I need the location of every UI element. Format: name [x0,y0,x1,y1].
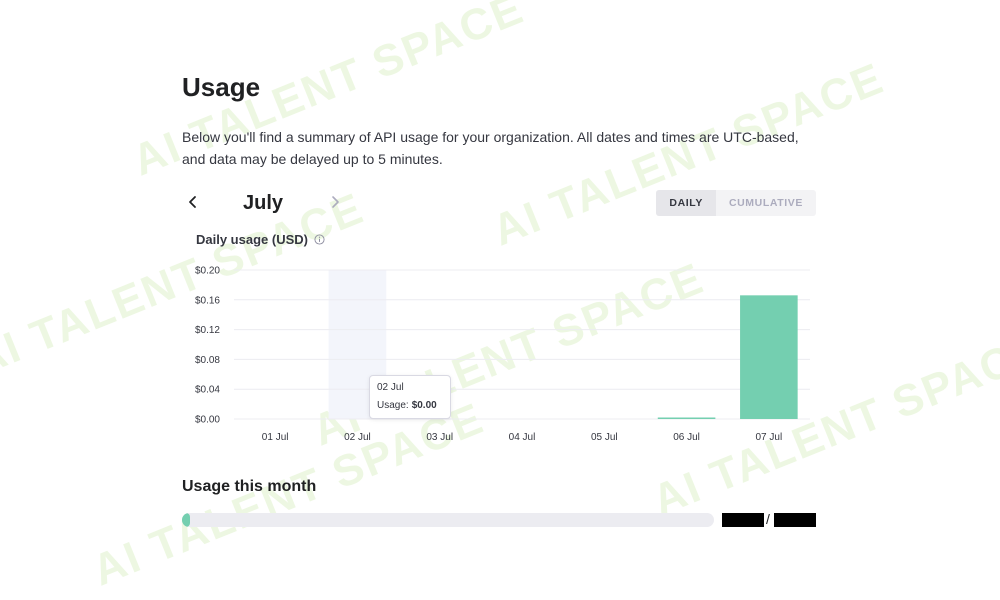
usage-progress-bar [182,513,714,527]
month-navigation: July DAILY CUMULATIVE [182,188,816,218]
y-tick-label: $0.16 [195,295,220,306]
page-summary: Below you'll find a summary of API usage… [182,129,799,167]
usage-bar[interactable] [657,417,716,419]
previous-month-button[interactable] [184,190,202,214]
x-tick-label: 01 Jul [262,432,289,443]
daily-usage-chart[interactable]: $0.00 $0.04 $0.08 $0.12 $0.16 $0.20 01 Jul 02 J… [182,256,822,446]
tooltip-date: 02 Jul [377,382,404,393]
usage-this-month-title: Usage this month [182,478,317,495]
cumulative-toggle-button[interactable]: CUMULATIVE [716,190,816,216]
chart-tooltip: 02 Jul Usage: $0.00 [369,375,451,419]
tooltip-usage: Usage: $0.00 [377,398,443,414]
x-tick-label: 07 Jul [756,432,783,443]
y-tick-label: $0.08 [195,355,220,366]
page-title: Usage [182,72,261,102]
usage-bar[interactable] [740,295,798,419]
x-tick-label: 03 Jul [426,432,453,443]
x-tick-label: 06 Jul [673,432,700,443]
y-tick-label: $0.12 [195,325,220,336]
x-tick-label: 05 Jul [591,432,618,443]
usage-page: AI TALENT SPACE AI TALENT SPACE AI TALEN… [0,0,1000,600]
y-tick-label: $0.20 [195,266,220,277]
next-month-button[interactable] [326,190,344,214]
usage-separator: / [766,511,770,527]
x-tick-label: 04 Jul [509,432,536,443]
y-tick-label: $0.04 [195,385,220,396]
y-tick-label: $0.00 [195,415,220,426]
daily-toggle-button[interactable]: DAILY [656,190,716,216]
tooltip-value: $0.00 [411,400,437,411]
tooltip-label: Usage: [377,400,409,411]
chart-title-text: Daily usage (USD) [196,232,308,247]
month-label: July [243,192,284,214]
chevron-right-icon [332,196,339,208]
info-icon[interactable] [314,234,325,245]
usage-content: Usage Below you'll find a summary of API… [182,70,822,527]
view-toggle: DAILY CUMULATIVE [656,190,816,216]
usage-limit-redacted [774,513,816,527]
usage-progress-fill [182,513,190,527]
x-tick-label: 02 Jul [344,432,371,443]
chevron-left-icon [189,196,196,208]
chart-title: Daily usage (USD) [196,232,325,247]
usage-amount-redacted [722,513,764,527]
